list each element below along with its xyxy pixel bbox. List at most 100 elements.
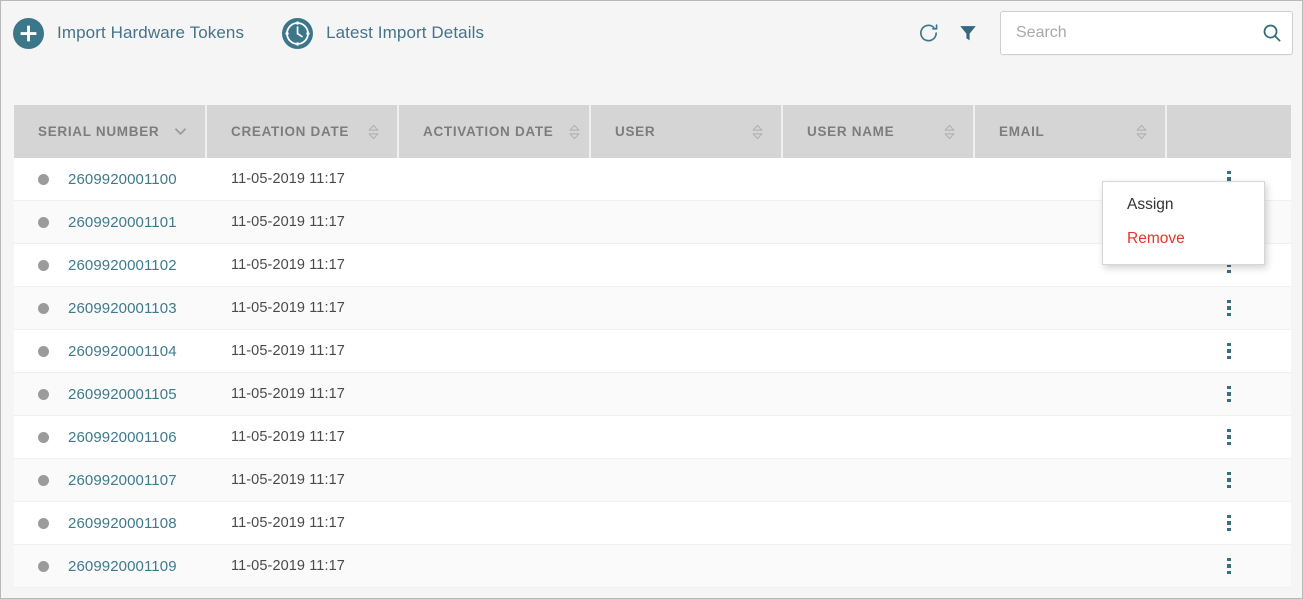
- context-menu-item-assign[interactable]: Assign: [1103, 188, 1264, 222]
- serial-number-link[interactable]: 2609920001103: [68, 300, 177, 317]
- cell-activation-date: [399, 158, 591, 200]
- import-hardware-tokens-label: Import Hardware Tokens: [57, 23, 244, 43]
- kebab-menu-icon[interactable]: [1167, 287, 1291, 329]
- cell-user-name: [783, 545, 975, 587]
- serial-number-link[interactable]: 2609920001109: [68, 558, 177, 575]
- sort-updown-icon: [943, 124, 956, 140]
- cell-email: [975, 459, 1167, 501]
- column-header-user[interactable]: USER: [591, 105, 783, 158]
- kebab-menu-icon[interactable]: [1167, 459, 1291, 501]
- cell-serial-number: 2609920001103: [14, 287, 207, 329]
- cell-serial-number: 2609920001105: [14, 373, 207, 415]
- table-row[interactable]: 2609920001106 11-05-2019 11:17: [14, 416, 1291, 459]
- creation-date-text: 11-05-2019 11:17: [231, 429, 345, 445]
- cell-serial-number: 2609920001108: [14, 502, 207, 544]
- column-header-label: USER NAME: [807, 124, 894, 139]
- column-header-serial-number[interactable]: SERIAL NUMBER: [14, 105, 207, 158]
- latest-import-details-button[interactable]: Latest Import Details: [282, 18, 484, 49]
- cell-creation-date: 11-05-2019 11:17: [207, 459, 399, 501]
- cell-serial-number: 2609920001104: [14, 330, 207, 372]
- table-row[interactable]: 2609920001104 11-05-2019 11:17: [14, 330, 1291, 373]
- cell-activation-date: [399, 201, 591, 243]
- search-box[interactable]: [1000, 11, 1293, 55]
- cell-user-name: [783, 502, 975, 544]
- cell-row-actions: [1167, 330, 1291, 372]
- serial-number-link[interactable]: 2609920001105: [68, 386, 177, 403]
- cell-user-name: [783, 416, 975, 458]
- context-menu-item-remove[interactable]: Remove: [1103, 222, 1264, 256]
- status-dot: [38, 346, 49, 357]
- kebab-menu-icon[interactable]: [1167, 545, 1291, 587]
- kebab-menu-icon[interactable]: [1167, 330, 1291, 372]
- cell-user: [591, 330, 783, 372]
- cell-activation-date: [399, 416, 591, 458]
- serial-number-link[interactable]: 2609920001106: [68, 429, 177, 446]
- serial-number-link[interactable]: 2609920001100: [68, 171, 177, 188]
- column-header-label: SERIAL NUMBER: [38, 124, 159, 139]
- column-header-creation-date[interactable]: CREATION DATE: [207, 105, 399, 158]
- cell-user-name: [783, 330, 975, 372]
- kebab-menu-icon[interactable]: [1167, 502, 1291, 544]
- cell-user: [591, 158, 783, 200]
- column-header-user-name[interactable]: USER NAME: [783, 105, 975, 158]
- creation-date-text: 11-05-2019 11:17: [231, 214, 345, 230]
- cell-serial-number: 2609920001102: [14, 244, 207, 286]
- row-context-menu[interactable]: AssignRemove: [1102, 181, 1265, 265]
- cell-row-actions: [1167, 502, 1291, 544]
- cell-creation-date: 11-05-2019 11:17: [207, 373, 399, 415]
- serial-number-link[interactable]: 2609920001101: [68, 214, 177, 231]
- cell-creation-date: 11-05-2019 11:17: [207, 330, 399, 372]
- table-row[interactable]: 2609920001101 11-05-2019 11:17: [14, 201, 1291, 244]
- creation-date-text: 11-05-2019 11:17: [231, 171, 345, 187]
- table-row[interactable]: 260992000110911-05-2019 11:17: [14, 545, 1291, 588]
- cell-row-actions: [1167, 459, 1291, 501]
- search-input[interactable]: [1001, 24, 1252, 42]
- column-header-label: USER: [615, 124, 655, 139]
- plus-circle-icon: [13, 18, 44, 49]
- cell-user-name: [783, 373, 975, 415]
- table-row[interactable]: 260992000110211-05-2019 11:17: [14, 244, 1291, 287]
- kebab-menu-icon[interactable]: [1167, 373, 1291, 415]
- creation-date-text: 11-05-2019 11:17: [231, 386, 345, 402]
- sort-updown-icon: [367, 124, 380, 140]
- sort-updown-icon: [1135, 124, 1148, 140]
- serial-number-link[interactable]: 2609920001107: [68, 472, 177, 489]
- import-hardware-tokens-button[interactable]: Import Hardware Tokens: [13, 18, 244, 49]
- table-row[interactable]: 2609920001107 11-05-2019 11:17: [14, 459, 1291, 502]
- serial-number-link[interactable]: 2609920001108: [68, 515, 177, 532]
- cell-row-actions: [1167, 287, 1291, 329]
- status-dot: [38, 518, 49, 529]
- table-row[interactable]: 2609920001100 11-05-2019 11:17: [14, 158, 1291, 201]
- refresh-icon[interactable]: [913, 18, 943, 48]
- cell-user-name: [783, 459, 975, 501]
- sort-updown-icon: [751, 124, 764, 140]
- cell-user: [591, 201, 783, 243]
- creation-date-text: 11-05-2019 11:17: [231, 515, 345, 531]
- cell-email: [975, 330, 1167, 372]
- cell-email: [975, 287, 1167, 329]
- column-header-actions: [1167, 105, 1291, 158]
- column-header-label: EMAIL: [999, 124, 1045, 139]
- column-header-activation-date[interactable]: ACTIVATION DATE: [399, 105, 591, 158]
- filter-icon[interactable]: [953, 18, 983, 48]
- serial-number-link[interactable]: 2609920001102: [68, 257, 177, 274]
- cell-user: [591, 373, 783, 415]
- cell-email: [975, 416, 1167, 458]
- table-row[interactable]: 2609920001103 11-05-2019 11:17: [14, 287, 1291, 330]
- kebab-menu-icon[interactable]: [1167, 416, 1291, 458]
- cell-user-name: [783, 201, 975, 243]
- cell-activation-date: [399, 330, 591, 372]
- cell-creation-date: 11-05-2019 11:17: [207, 201, 399, 243]
- serial-number-link[interactable]: 2609920001104: [68, 343, 177, 360]
- cell-serial-number: 2609920001109: [14, 545, 207, 587]
- top-toolbar: Import Hardware Tokens Latest Import Det…: [1, 1, 1302, 65]
- latest-import-details-label: Latest Import Details: [326, 23, 484, 43]
- table-row[interactable]: 2609920001108 11-05-2019 11:17: [14, 502, 1291, 545]
- magnifier-icon[interactable]: [1252, 12, 1292, 54]
- column-header-email[interactable]: EMAIL: [975, 105, 1167, 158]
- cell-creation-date: 11-05-2019 11:17: [207, 416, 399, 458]
- table-row[interactable]: 2609920001105 11-05-2019 11:17: [14, 373, 1291, 416]
- creation-date-text: 11-05-2019 11:17: [231, 300, 345, 316]
- cell-activation-date: [399, 459, 591, 501]
- column-header-label: ACTIVATION DATE: [423, 124, 554, 139]
